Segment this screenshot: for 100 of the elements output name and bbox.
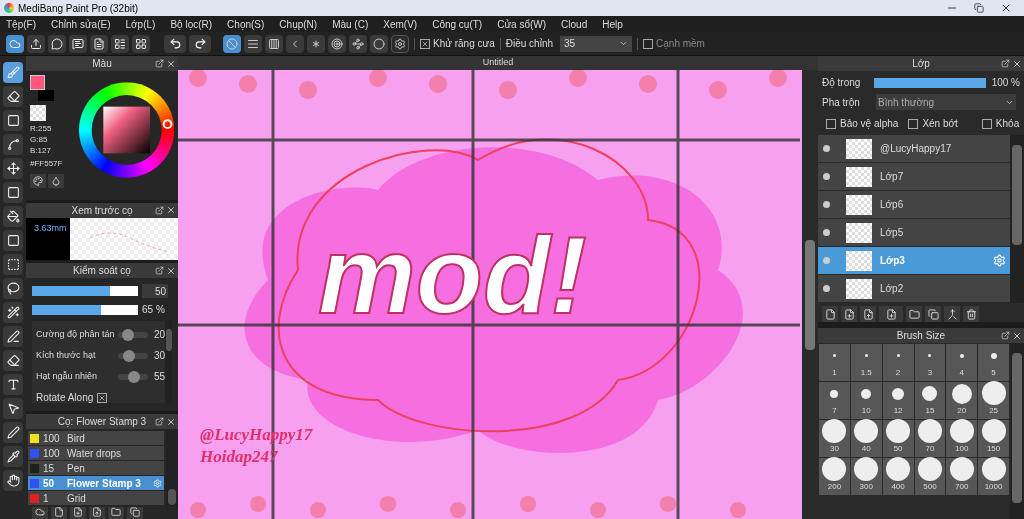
layer-row[interactable]: Lớp7 xyxy=(818,163,1010,190)
pen-line-tool[interactable] xyxy=(3,326,23,347)
parameter-slider[interactable] xyxy=(118,370,148,383)
brush-size-cell[interactable]: 5 xyxy=(978,344,1009,381)
menu-item[interactable]: Chụp(N) xyxy=(279,16,318,32)
concentric-circles-button[interactable] xyxy=(328,34,346,53)
close-icon[interactable] xyxy=(166,58,176,69)
restore-icon[interactable] xyxy=(974,3,984,13)
detach-icon[interactable] xyxy=(155,417,164,426)
message-icon[interactable] xyxy=(69,34,87,53)
scrollbar[interactable] xyxy=(165,321,172,404)
brush-size-cell[interactable]: 1 xyxy=(819,344,850,381)
slider-thumb[interactable] xyxy=(127,370,140,383)
brush-list-item[interactable]: 100 Bird xyxy=(28,431,164,445)
layer-row[interactable]: Lớp6 xyxy=(818,191,1010,218)
detach-icon[interactable] xyxy=(155,205,164,215)
brush-size-cell[interactable]: 20 xyxy=(946,382,978,419)
eyedropper-tool[interactable] xyxy=(3,446,23,467)
file-button[interactable] xyxy=(822,306,838,322)
menu-item[interactable]: Bộ lọc(R) xyxy=(170,16,213,32)
layer-row[interactable]: Lớp3 xyxy=(818,247,1010,274)
document-icon[interactable] xyxy=(90,34,108,53)
hand-tool[interactable] xyxy=(3,470,23,491)
folder-button[interactable] xyxy=(108,507,124,519)
checkbox[interactable] xyxy=(908,118,919,129)
list-icon[interactable] xyxy=(111,34,129,53)
file-up-button[interactable] xyxy=(89,507,105,519)
brush-size-slider[interactable] xyxy=(32,286,138,297)
menu-item[interactable]: Cloud xyxy=(561,16,588,32)
brush-size-cell[interactable]: 12 xyxy=(882,382,914,419)
brush-size-cell[interactable]: 100 xyxy=(946,420,978,457)
menu-item[interactable]: Chọn(S) xyxy=(227,16,265,32)
slider-thumb[interactable] xyxy=(121,328,134,341)
settings-icon[interactable] xyxy=(993,254,1006,267)
pointer-tool[interactable] xyxy=(3,398,23,419)
checkbox[interactable] xyxy=(97,392,108,403)
menu-item[interactable]: Màu (C) xyxy=(332,16,369,32)
brush-size-cell[interactable]: 300 xyxy=(850,458,882,495)
brush-size-cell[interactable]: 4 xyxy=(946,344,978,381)
paint-bucket-tool[interactable] xyxy=(3,206,23,227)
brush-size-field[interactable]: 50 xyxy=(142,284,168,299)
brush-size-cell[interactable]: 200 xyxy=(819,458,850,495)
opacity-slider[interactable] xyxy=(32,304,138,315)
pen-tool[interactable] xyxy=(3,422,23,443)
detach-icon[interactable] xyxy=(155,59,164,68)
cloud-button[interactable] xyxy=(32,507,48,519)
slider-thumb[interactable] xyxy=(123,349,136,362)
layer-row[interactable]: @LucyHappy17 xyxy=(818,135,1010,162)
undo-button[interactable] xyxy=(164,34,186,53)
circle-button[interactable] xyxy=(370,34,388,53)
brush-size-cell[interactable]: 1000 xyxy=(978,458,1009,495)
brush-size-cell[interactable]: 700 xyxy=(946,458,978,495)
transparent-swatch[interactable] xyxy=(30,105,46,121)
close-icon[interactable] xyxy=(1012,58,1022,69)
layer-row[interactable]: Lớp5 xyxy=(818,219,1010,246)
layer-row[interactable]: Lớp2 xyxy=(818,275,1010,302)
polyline-tool[interactable] xyxy=(3,134,23,155)
detach-icon[interactable] xyxy=(1001,59,1010,68)
brush-size-cell[interactable]: 1.5 xyxy=(850,344,882,381)
close-icon[interactable] xyxy=(1000,2,1012,14)
brush-size-cell[interactable]: 15 xyxy=(914,382,946,419)
close-icon[interactable] xyxy=(166,265,176,276)
parameter-slider[interactable] xyxy=(118,328,148,341)
lasso-tool[interactable] xyxy=(3,278,23,299)
parallel-lines-button[interactable] xyxy=(244,34,262,53)
checkbox[interactable] xyxy=(826,118,836,129)
brush-list-item[interactable]: 50 Flower Stamp 3 xyxy=(28,476,164,490)
checkbox[interactable] xyxy=(643,38,654,49)
menu-item[interactable]: Cửa sổ(W) xyxy=(497,16,547,32)
close-icon[interactable] xyxy=(166,416,176,427)
copy-button[interactable] xyxy=(127,507,143,519)
square-tool[interactable] xyxy=(3,110,23,131)
chevron-button[interactable] xyxy=(286,34,304,53)
grid-lines-button[interactable] xyxy=(265,34,283,53)
scrollbar[interactable] xyxy=(166,429,178,507)
grid-icon[interactable] xyxy=(132,34,150,53)
text-tool[interactable] xyxy=(3,374,23,395)
brush-size-cell[interactable]: 150 xyxy=(978,420,1009,457)
canvas-tab[interactable]: Untitled xyxy=(178,56,818,70)
palette-button[interactable] xyxy=(30,174,46,188)
brush-list-item[interactable]: 100 Water drops xyxy=(28,446,164,460)
file-button[interactable] xyxy=(51,507,67,519)
asterisk-button[interactable] xyxy=(307,34,325,53)
brush-size-cell[interactable]: 40 xyxy=(850,420,882,457)
add-layer-button[interactable] xyxy=(879,306,903,322)
brush-tool[interactable] xyxy=(3,62,23,83)
merge-button[interactable] xyxy=(944,306,960,322)
brush-size-cell[interactable]: 10 xyxy=(850,382,882,419)
settings-button[interactable] xyxy=(391,34,409,53)
close-icon[interactable] xyxy=(1012,330,1022,341)
foreground-color-swatch[interactable] xyxy=(30,75,45,90)
detach-icon[interactable] xyxy=(1001,331,1010,340)
scrollbar[interactable] xyxy=(802,70,818,519)
menu-item[interactable]: Tệp(F) xyxy=(6,16,36,32)
trash-button[interactable] xyxy=(963,306,979,322)
background-color-swatch[interactable] xyxy=(38,90,54,101)
curve-button[interactable] xyxy=(349,34,367,53)
gradient-tool[interactable] xyxy=(3,230,23,251)
menu-item[interactable]: Xem(V) xyxy=(383,16,418,32)
file-up-button[interactable] xyxy=(860,306,876,322)
